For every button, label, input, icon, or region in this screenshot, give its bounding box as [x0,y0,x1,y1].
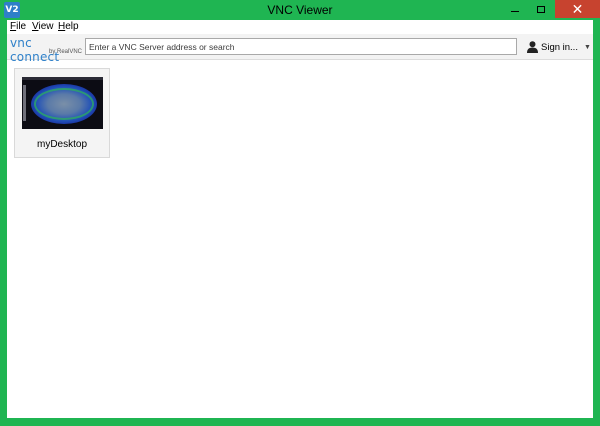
search-input[interactable] [85,38,517,55]
sign-in-label: Sign in... [541,41,578,53]
title-bar[interactable]: V2 VNC Viewer ✕ [0,0,600,20]
connection-tile[interactable]: myDesktop [14,68,110,158]
user-icon [527,41,538,53]
chevron-down-icon[interactable]: ▼ [584,44,591,51]
connection-name: myDesktop [36,139,87,150]
menu-file[interactable]: File [10,21,26,32]
thumbnail-sidebar [23,85,26,121]
close-icon: ✕ [571,0,584,17]
menu-file-label: ile [16,21,27,32]
maximize-icon [537,5,545,13]
vnc-connect-logo: vnc connect by RealVNC [10,36,82,64]
vnc-viewer-window: V2 VNC Viewer ✕ File View Help vnc conne… [0,0,600,426]
thumbnail-wallpaper-ring [34,88,94,120]
menu-view-label: iew [38,21,54,32]
minimize-icon [511,10,519,12]
desktop-thumbnail [22,77,103,129]
menu-help-label: elp [65,21,79,32]
toolbar: vnc connect by RealVNC Sign in... ▼ [7,34,593,64]
menu-help[interactable]: Help [58,21,79,32]
thumbnail-topbar [22,77,103,80]
close-button[interactable]: ✕ [555,0,600,18]
menu-bar: File View Help [7,20,593,34]
minimize-button[interactable] [502,0,528,18]
menu-view[interactable]: View [32,21,54,32]
sign-in-button[interactable]: Sign in... ▼ [527,38,591,56]
logo-sub-text: by RealVNC [48,49,82,55]
address-book-area: myDesktop [7,61,593,418]
client-area: File View Help vnc connect by RealVNC Si… [7,20,593,418]
maximize-button[interactable] [528,0,554,18]
